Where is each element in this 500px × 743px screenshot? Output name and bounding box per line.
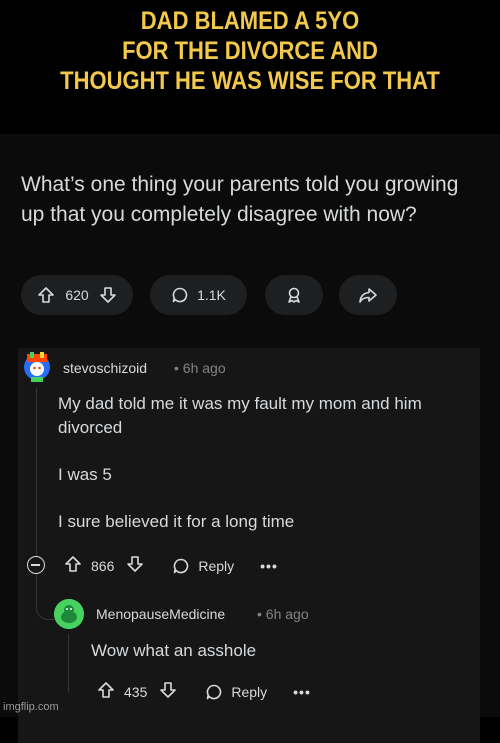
caption-line-1: DAD BLAMED A 5YO: [140, 7, 360, 35]
comment-paragraph: My dad told me it was my fault my mom an…: [58, 394, 422, 437]
collapse-thread-icon[interactable]: [27, 556, 45, 574]
meme-caption: DAD BLAMED A 5YO FOR THE DIVORCE AND THO…: [30, 6, 470, 96]
reply-button[interactable]: Reply: [172, 557, 234, 575]
comment-paragraph: I sure believed it for a long time: [58, 512, 295, 531]
avatar[interactable]: [22, 350, 52, 384]
more-options-icon[interactable]: •••: [260, 558, 278, 574]
caption-line-2: FOR THE DIVORCE AND: [122, 37, 378, 65]
reply-button[interactable]: Reply: [205, 683, 267, 701]
comment-vote-count: 866: [91, 557, 115, 574]
comment-author[interactable]: stevoschizoid: [63, 360, 147, 376]
reply-label: Reply: [198, 557, 235, 574]
reply-connector-line: [36, 574, 54, 620]
comment-actions: 866 Reply •••: [64, 555, 278, 576]
comment-timestamp: • 6h ago: [174, 360, 226, 376]
comment-paragraph: I was 5: [58, 465, 112, 484]
downvote-arrow-icon[interactable]: [159, 681, 177, 702]
more-options-icon[interactable]: •••: [293, 684, 311, 700]
comment-thread: stevoschizoid • 6h ago My dad told me it…: [0, 134, 500, 717]
comment-author[interactable]: MenopauseMedicine: [96, 606, 225, 622]
comment-body: My dad told me it was my fault my mom an…: [58, 392, 468, 557]
comment-actions: 435 Reply •••: [97, 681, 311, 702]
comment-vote-count: 435: [124, 683, 148, 700]
thread-line[interactable]: [68, 634, 69, 692]
watermark: imgflip.com: [3, 701, 59, 713]
reply-label: Reply: [231, 683, 268, 700]
caption-line-3: THOUGHT HE WAS WISE FOR THAT: [60, 67, 440, 95]
comment-body: Wow what an asshole: [91, 641, 257, 660]
downvote-arrow-icon[interactable]: [126, 555, 144, 576]
comment-timestamp: • 6h ago: [257, 606, 309, 622]
upvote-arrow-icon[interactable]: [64, 555, 82, 576]
snoo-avatar-icon: [24, 352, 50, 382]
upvote-arrow-icon[interactable]: [97, 681, 115, 702]
snoo-avatar-icon: [54, 599, 84, 629]
thread-line[interactable]: [36, 388, 37, 556]
comment-bubble-icon: [174, 558, 189, 573]
comment-bubble-icon: [207, 684, 222, 699]
avatar[interactable]: [54, 599, 84, 629]
